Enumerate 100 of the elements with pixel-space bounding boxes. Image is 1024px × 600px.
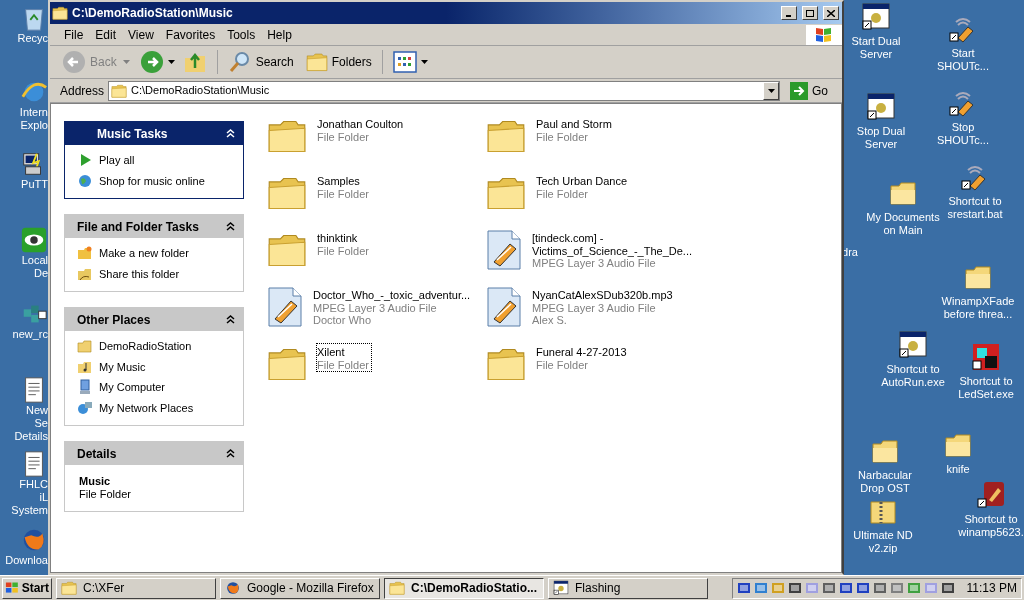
folder-icon [77,338,93,355]
taskbar-button[interactable]: C:\DemoRadioStatio... [384,577,544,599]
folders-button[interactable]: Folders [305,51,372,73]
desktop-icon-label: Stop SHOUTc... [936,121,990,147]
desktop-icon-label: Stop Dual Server [855,125,907,151]
tray-icon[interactable] [822,581,836,595]
panel-title: Details [77,445,117,463]
view-grid-icon[interactable] [392,51,417,73]
file-name: Samples [317,175,361,188]
file-detail: File Folder [536,358,589,371]
file-label[interactable]: Tech Urban Dance File Folder [536,173,701,200]
address-dropdown-button[interactable] [763,81,779,100]
minimize-button[interactable] [781,6,797,20]
maximize-icon [806,9,814,17]
file-label[interactable]: [tindeck.com] - Victims_of_Science_-_The_De... MPEG Layer 3 Audio File [532,230,697,270]
collapse-icon[interactable] [226,315,235,324]
file-detail: Doctor Who [313,314,373,327]
clock: 11:13 PM [966,580,1017,597]
dropdown-caret-icon[interactable] [767,88,775,93]
file-detail: Alex S. [532,314,568,327]
collapse-icon[interactable] [226,449,235,458]
file-detail: File Folder [317,358,369,371]
file-label[interactable]: Jonathan Coulton File Folder [317,116,482,143]
go-button[interactable]: Go [790,81,836,100]
file-label[interactable]: Funeral 4-27-2013 File Folder [536,344,701,371]
file-label[interactable]: Xilent File Folder [317,344,371,371]
tray-icon[interactable] [737,581,751,595]
task-link[interactable]: My Music [99,358,146,375]
task-link[interactable]: My Computer [99,379,166,396]
tray-icon[interactable] [856,581,870,595]
menu-item[interactable]: View [122,25,160,44]
task-link[interactable]: Share this folder [99,265,180,282]
menu-item[interactable]: File [58,25,90,44]
task-link[interactable]: DemoRadioStation [99,338,192,355]
file-name: NyanCatAlexSDub320b.mp3 [532,289,674,302]
file-name: Jonathan Coulton [317,118,405,131]
file-label[interactable]: thinktink File Folder [317,230,482,257]
app-window-icon[interactable] [866,92,896,122]
dropdown-caret-icon[interactable] [420,60,428,64]
desktop-icon-label: WinampXFade before threa... [940,295,1016,321]
file-name: Tech Urban Dance [536,175,629,188]
window-title: C:\DemoRadioStation\Music [72,5,234,22]
task-link[interactable]: Shop for music online [99,172,205,189]
file-name: Paul and Storm [536,118,613,131]
folder-icon [111,82,128,99]
taskbar-button[interactable]: C:\XFer [56,577,216,599]
tray-icon[interactable] [788,581,802,595]
tray-icon[interactable] [941,581,955,595]
menu-item[interactable]: Edit [89,25,123,44]
app-window-icon[interactable] [898,330,928,360]
file-label[interactable]: Samples File Folder [317,173,482,200]
search-button[interactable]: Search [227,50,294,74]
desktop-icon-label: Start SHOUTc... [936,47,990,73]
file-detail: File Folder [317,130,370,143]
file-name: thinktink [317,232,359,245]
address-value: C:\DemoRadioStation\Music [131,83,271,99]
desktop-icon-label: Local De [20,254,48,280]
address-label: Address [60,82,105,100]
task-link[interactable]: My Network Places [99,399,194,416]
taskbar-button[interactable]: Flashing [548,577,708,599]
file-label[interactable]: Paul and Storm File Folder [536,116,701,143]
collapse-icon[interactable] [226,222,235,231]
taskbar-button[interactable]: Google - Mozilla Firefox [220,577,380,599]
menu-item[interactable]: Help [261,25,298,44]
dropdown-caret-icon[interactable] [167,60,175,64]
file-name: Funeral 4-27-2013 [536,346,628,359]
app-window-icon[interactable] [553,580,569,596]
globe-icon [77,172,93,189]
close-button[interactable] [823,6,839,20]
menu-item[interactable]: Favorites [159,25,222,44]
media-player-icon[interactable] [976,480,1006,510]
tray-icon[interactable] [873,581,887,595]
desktop-icon-label: Narbacular Drop OST [857,469,913,495]
globe-fox-icon[interactable] [225,580,241,596]
network-icon [77,399,93,416]
windows-flag-icon [5,581,20,595]
desktop-icon-label: Ultimate ND v2.zip [852,529,914,555]
tray-icon[interactable] [839,581,853,595]
desktop-icon-label: Recyc [16,32,48,45]
led-cubes-icon[interactable] [971,342,1001,372]
task-link[interactable]: Play all [99,152,135,169]
desktop-icon-label: Shortcut to LedSet.exe [957,375,1015,401]
task-link[interactable]: Make a new folder [99,245,189,262]
file-name: [tindeck.com] - Victims_of_Science_-_The_De... [532,232,693,257]
address-field[interactable]: C:\DemoRadioStation\Music [108,80,780,101]
file-label[interactable]: NyanCatAlexSDub320b.mp3 MPEG Layer 3 Audio File Alex S. [532,287,697,327]
app-window-icon[interactable] [861,2,891,32]
audio-file-icon [267,287,303,327]
panel-title: Other Places [77,311,151,329]
maximize-button[interactable] [802,6,818,20]
file-label[interactable]: Doctor_Who_-_toxic_adventur... MPEG Layer 3 Audio File Doctor Who [313,287,478,327]
start-button[interactable]: Start [2,577,52,599]
menu-item[interactable]: Tools [221,25,262,44]
audio-file-icon [486,287,522,327]
desktop-icon-label: PuTT [20,178,48,191]
desktop-icon-label: Shortcut to winamp5623. [957,513,1024,539]
desktop-icon-label: Shortcut to srestart.bat [946,195,1004,221]
computer-icon [77,379,93,396]
eye-icon[interactable] [20,226,48,254]
file-detail: MPEG Layer 3 Audio File [532,301,657,314]
